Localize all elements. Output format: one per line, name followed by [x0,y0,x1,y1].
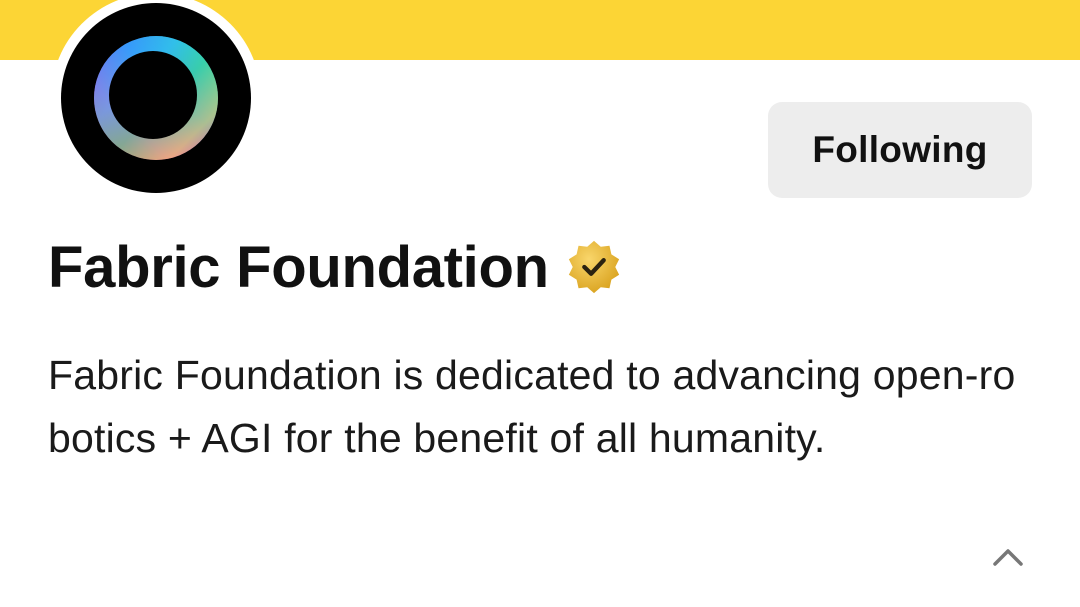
profile-bio: Fabric Foundation is dedicated to advanc… [48,352,1016,461]
fabric-logo-icon [61,3,251,193]
chevron-up-icon[interactable] [990,540,1026,576]
avatar[interactable] [51,0,261,203]
verified-badge-icon [568,240,619,294]
profile-name-row: Fabric Foundation [48,232,623,302]
profile-display-name: Fabric Foundation [48,234,549,300]
following-button[interactable]: Following [768,102,1032,198]
